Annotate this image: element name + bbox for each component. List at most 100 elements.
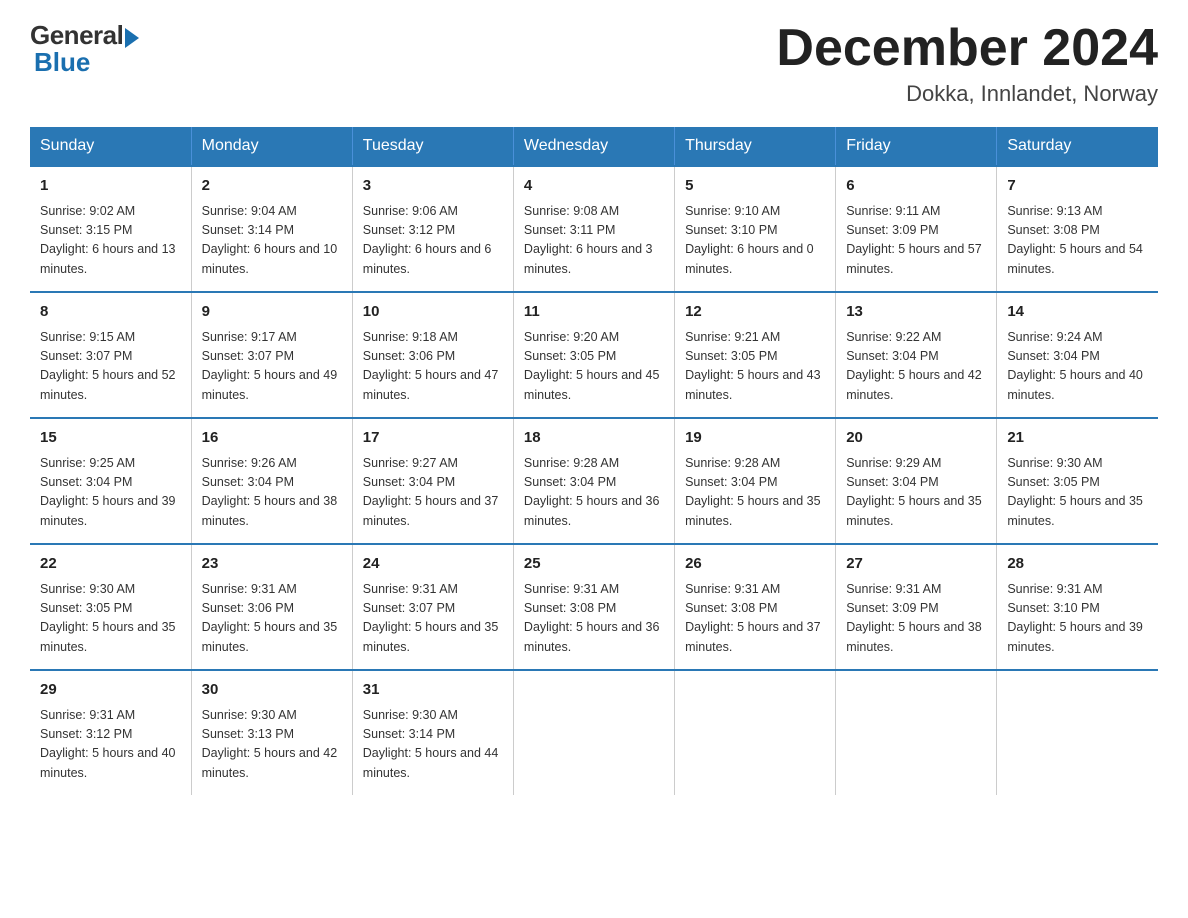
calendar-cell: 30 Sunrise: 9:30 AMSunset: 3:13 PMDayligh… <box>191 670 352 795</box>
day-info: Sunrise: 9:31 AMSunset: 3:10 PMDaylight:… <box>1007 580 1148 658</box>
calendar-week-row: 1Sunrise: 9:02 AMSunset: 3:15 PMDaylight… <box>30 166 1158 292</box>
calendar-cell: 19 Sunrise: 9:28 AMSunset: 3:04 PMDayligh… <box>675 418 836 544</box>
header-monday: Monday <box>191 127 352 166</box>
calendar-header-row: Sunday Monday Tuesday Wednesday Thursday… <box>30 127 1158 166</box>
calendar-cell: 21 Sunrise: 9:30 AMSunset: 3:05 PMDayligh… <box>997 418 1158 544</box>
day-info: Sunrise: 9:10 AMSunset: 3:10 PMDaylight:… <box>685 202 825 280</box>
header-friday: Friday <box>836 127 997 166</box>
calendar-cell: 24 Sunrise: 9:31 AMSunset: 3:07 PMDayligh… <box>352 544 513 670</box>
calendar-cell <box>997 670 1158 795</box>
day-info: Sunrise: 9:30 AMSunset: 3:05 PMDaylight:… <box>40 580 181 658</box>
calendar-cell: 9Sunrise: 9:17 AMSunset: 3:07 PMDaylight… <box>191 292 352 418</box>
day-number: 31 <box>363 679 503 702</box>
day-number: 19 <box>685 427 825 450</box>
day-number: 21 <box>1007 427 1148 450</box>
day-info: Sunrise: 9:31 AMSunset: 3:12 PMDaylight:… <box>40 706 181 784</box>
day-number: 20 <box>846 427 986 450</box>
calendar-cell: 13 Sunrise: 9:22 AMSunset: 3:04 PMDayligh… <box>836 292 997 418</box>
header-saturday: Saturday <box>997 127 1158 166</box>
day-number: 18 <box>524 427 664 450</box>
day-info: Sunrise: 9:27 AMSunset: 3:04 PMDaylight:… <box>363 454 503 532</box>
day-info: Sunrise: 9:31 AMSunset: 3:08 PMDaylight:… <box>685 580 825 658</box>
calendar-cell: 17 Sunrise: 9:27 AMSunset: 3:04 PMDayligh… <box>352 418 513 544</box>
day-number: 17 <box>363 427 503 450</box>
logo-blue-text: Blue <box>30 47 90 78</box>
day-info: Sunrise: 9:15 AMSunset: 3:07 PMDaylight:… <box>40 328 181 406</box>
month-title: December 2024 <box>776 20 1158 77</box>
header-thursday: Thursday <box>675 127 836 166</box>
day-number: 29 <box>40 679 181 702</box>
day-info: Sunrise: 9:21 AMSunset: 3:05 PMDaylight:… <box>685 328 825 406</box>
logo-arrow-icon <box>125 28 139 48</box>
day-number: 22 <box>40 553 181 576</box>
day-number: 16 <box>202 427 342 450</box>
header-wednesday: Wednesday <box>513 127 674 166</box>
day-number: 7 <box>1007 175 1148 198</box>
calendar-cell: 26 Sunrise: 9:31 AMSunset: 3:08 PMDayligh… <box>675 544 836 670</box>
day-number: 12 <box>685 301 825 324</box>
header-sunday: Sunday <box>30 127 191 166</box>
day-info: Sunrise: 9:28 AMSunset: 3:04 PMDaylight:… <box>685 454 825 532</box>
day-number: 10 <box>363 301 503 324</box>
day-info: Sunrise: 9:11 AMSunset: 3:09 PMDaylight:… <box>846 202 986 280</box>
calendar-cell: 5 Sunrise: 9:10 AMSunset: 3:10 PMDaylight… <box>675 166 836 292</box>
day-info: Sunrise: 9:22 AMSunset: 3:04 PMDaylight:… <box>846 328 986 406</box>
header-tuesday: Tuesday <box>352 127 513 166</box>
calendar-cell: 23 Sunrise: 9:31 AMSunset: 3:06 PMDayligh… <box>191 544 352 670</box>
day-info: Sunrise: 9:31 AMSunset: 3:08 PMDaylight:… <box>524 580 664 658</box>
day-info: Sunrise: 9:25 AMSunset: 3:04 PMDaylight:… <box>40 454 181 532</box>
day-number: 27 <box>846 553 986 576</box>
day-number: 15 <box>40 427 181 450</box>
day-number: 6 <box>846 175 986 198</box>
day-info: Sunrise: 9:13 AMSunset: 3:08 PMDaylight:… <box>1007 202 1148 280</box>
day-info: Sunrise: 9:30 AMSunset: 3:05 PMDaylight:… <box>1007 454 1148 532</box>
day-number: 14 <box>1007 301 1148 324</box>
calendar-cell: 15 Sunrise: 9:25 AMSunset: 3:04 PMDayligh… <box>30 418 191 544</box>
day-number: 30 <box>202 679 342 702</box>
day-info: Sunrise: 9:28 AMSunset: 3:04 PMDaylight:… <box>524 454 664 532</box>
calendar-cell: 1Sunrise: 9:02 AMSunset: 3:15 PMDaylight… <box>30 166 191 292</box>
calendar-week-row: 15 Sunrise: 9:25 AMSunset: 3:04 PMDayligh… <box>30 418 1158 544</box>
day-info: Sunrise: 9:24 AMSunset: 3:04 PMDaylight:… <box>1007 328 1148 406</box>
day-number: 3 <box>363 175 503 198</box>
calendar-cell <box>513 670 674 795</box>
day-number: 28 <box>1007 553 1148 576</box>
calendar-cell: 10 Sunrise: 9:18 AMSunset: 3:06 PMDayligh… <box>352 292 513 418</box>
calendar-week-row: 22 Sunrise: 9:30 AMSunset: 3:05 PMDayligh… <box>30 544 1158 670</box>
day-number: 8 <box>40 301 181 324</box>
day-number: 25 <box>524 553 664 576</box>
day-info: Sunrise: 9:04 AMSunset: 3:14 PMDaylight:… <box>202 202 342 280</box>
calendar-cell: 8 Sunrise: 9:15 AMSunset: 3:07 PMDaylight… <box>30 292 191 418</box>
location: Dokka, Innlandet, Norway <box>776 81 1158 107</box>
day-info: Sunrise: 9:31 AMSunset: 3:06 PMDaylight:… <box>202 580 342 658</box>
day-info: Sunrise: 9:30 AMSunset: 3:13 PMDaylight:… <box>202 706 342 784</box>
day-info: Sunrise: 9:29 AMSunset: 3:04 PMDaylight:… <box>846 454 986 532</box>
day-number: 26 <box>685 553 825 576</box>
calendar-cell: 14 Sunrise: 9:24 AMSunset: 3:04 PMDayligh… <box>997 292 1158 418</box>
calendar-week-row: 29 Sunrise: 9:31 AMSunset: 3:12 PMDayligh… <box>30 670 1158 795</box>
day-info: Sunrise: 9:31 AMSunset: 3:07 PMDaylight:… <box>363 580 503 658</box>
day-number: 9 <box>202 301 342 324</box>
calendar-cell: 29 Sunrise: 9:31 AMSunset: 3:12 PMDayligh… <box>30 670 191 795</box>
calendar-cell: 20 Sunrise: 9:29 AMSunset: 3:04 PMDayligh… <box>836 418 997 544</box>
day-number: 13 <box>846 301 986 324</box>
day-info: Sunrise: 9:26 AMSunset: 3:04 PMDaylight:… <box>202 454 342 532</box>
day-info: Sunrise: 9:31 AMSunset: 3:09 PMDaylight:… <box>846 580 986 658</box>
day-info: Sunrise: 9:08 AMSunset: 3:11 PMDaylight:… <box>524 202 664 280</box>
day-info: Sunrise: 9:02 AMSunset: 3:15 PMDaylight:… <box>40 202 181 280</box>
calendar-cell: 3 Sunrise: 9:06 AMSunset: 3:12 PMDaylight… <box>352 166 513 292</box>
day-info: Sunrise: 9:18 AMSunset: 3:06 PMDaylight:… <box>363 328 503 406</box>
logo: General Blue <box>30 20 139 78</box>
day-number: 23 <box>202 553 342 576</box>
day-number: 24 <box>363 553 503 576</box>
calendar-cell: 2Sunrise: 9:04 AMSunset: 3:14 PMDaylight… <box>191 166 352 292</box>
day-info: Sunrise: 9:30 AMSunset: 3:14 PMDaylight:… <box>363 706 503 784</box>
calendar-cell: 22 Sunrise: 9:30 AMSunset: 3:05 PMDayligh… <box>30 544 191 670</box>
calendar-table: Sunday Monday Tuesday Wednesday Thursday… <box>30 127 1158 795</box>
day-number: 5 <box>685 175 825 198</box>
calendar-cell: 6 Sunrise: 9:11 AMSunset: 3:09 PMDaylight… <box>836 166 997 292</box>
title-section: December 2024 Dokka, Innlandet, Norway <box>776 20 1158 107</box>
calendar-cell: 18 Sunrise: 9:28 AMSunset: 3:04 PMDayligh… <box>513 418 674 544</box>
day-info: Sunrise: 9:06 AMSunset: 3:12 PMDaylight:… <box>363 202 503 280</box>
page-header: General Blue December 2024 Dokka, Innlan… <box>30 20 1158 107</box>
